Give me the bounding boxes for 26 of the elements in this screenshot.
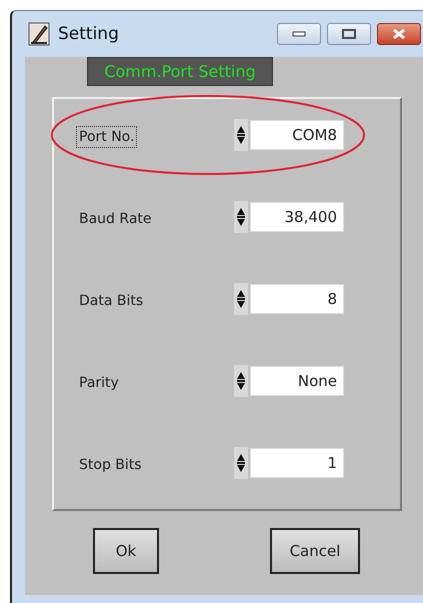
spinner-arrows-icon[interactable] <box>234 201 248 233</box>
setting-label: Parity <box>78 374 120 392</box>
setting-label: Stop Bits <box>78 456 143 474</box>
group-title: Comm.Port Setting <box>87 57 273 86</box>
spinner-arrows-icon[interactable] <box>234 119 248 151</box>
close-icon <box>392 28 406 40</box>
value-field[interactable]: 1 <box>250 448 344 478</box>
spinner-arrows-icon[interactable] <box>234 283 248 315</box>
cancel-button[interactable]: Cancel <box>270 528 360 574</box>
ok-button[interactable]: Ok <box>93 528 159 574</box>
minimize-icon <box>292 31 306 37</box>
maximize-icon <box>342 29 356 39</box>
maximize-button[interactable] <box>327 23 371 45</box>
window-title: Setting <box>58 24 119 44</box>
spinner-arrows-icon[interactable] <box>234 447 248 479</box>
pen-icon <box>28 22 50 46</box>
setting-label: Baud Rate <box>78 210 152 228</box>
setting-label: Data Bits <box>78 292 144 310</box>
close-button[interactable] <box>377 23 421 45</box>
minimize-button[interactable] <box>277 23 321 45</box>
value-field[interactable]: 8 <box>250 284 344 314</box>
value-field[interactable]: None <box>250 366 344 396</box>
spinner-arrows-icon[interactable] <box>234 365 248 397</box>
value-field[interactable]: 38,400 <box>250 202 344 232</box>
value-field[interactable]: COM8 <box>250 120 344 150</box>
setting-label: Port No. <box>76 126 138 148</box>
